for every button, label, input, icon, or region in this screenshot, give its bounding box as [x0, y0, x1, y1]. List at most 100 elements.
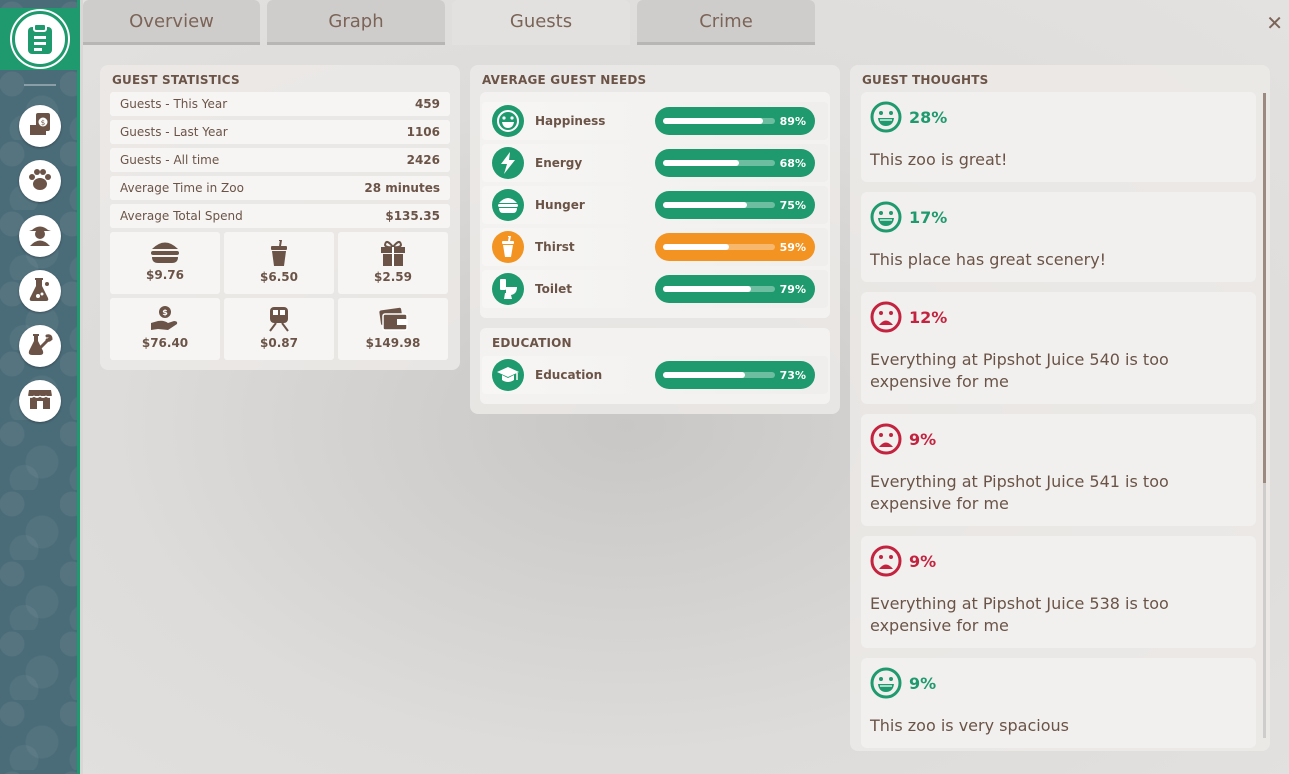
stat-value: 2426	[406, 153, 440, 167]
thought-card[interactable]: 9% Everything at Pipshot Juice 541 is to…	[861, 414, 1256, 526]
need-bar-fill	[663, 160, 740, 166]
maintenance-button[interactable]	[19, 325, 61, 367]
staff-button[interactable]	[19, 215, 61, 257]
spend-value: $0.87	[260, 336, 298, 350]
need-row-toilet: Toilet 79%	[482, 270, 828, 308]
need-row-education: Education 73%	[482, 356, 828, 394]
spend-value: $149.98	[365, 336, 421, 350]
stat-row: Average Total Spend $135.35	[110, 204, 450, 228]
need-bar-fill	[663, 372, 745, 378]
education-box: EDUCATION Education 73%	[480, 328, 830, 404]
spend-value: $9.76	[146, 268, 184, 282]
svg-text:$: $	[162, 308, 168, 317]
stat-label: Guests - Last Year	[120, 125, 228, 139]
stat-row: Average Time in Zoo 28 minutes	[110, 176, 450, 200]
needs-list: Happiness 89% Energy 68% Hunger 75% Thir…	[480, 92, 830, 318]
animals-button[interactable]	[19, 160, 61, 202]
stat-row: Guests - This Year 459	[110, 92, 450, 116]
spend-value: $2.59	[374, 270, 412, 284]
need-bar: 68%	[655, 149, 815, 177]
research-button[interactable]	[19, 270, 61, 312]
thought-percent: 9%	[909, 430, 937, 449]
paw-icon	[27, 166, 53, 196]
tab-crime[interactable]: Crime	[637, 0, 815, 45]
need-label: Toilet	[535, 282, 572, 296]
thought-card[interactable]: 9% Everything at Pipshot Juice 538 is to…	[861, 536, 1256, 648]
panel-title: EDUCATION	[492, 336, 572, 350]
guest-thoughts-panel: GUEST THOUGHTS 28% This zoo is great! 17…	[850, 65, 1270, 751]
happy-face-icon	[870, 101, 902, 137]
thought-text: This zoo is very spacious	[870, 716, 1069, 735]
thought-percent: 12%	[909, 308, 948, 327]
need-bar-fill	[663, 202, 747, 208]
spend-gift: $2.59	[338, 232, 448, 294]
zoo-overview-button[interactable]	[0, 8, 80, 70]
thought-card[interactable]: 28% This zoo is great!	[861, 92, 1256, 182]
lightning-icon	[492, 147, 524, 179]
need-bar-fill	[663, 286, 752, 292]
tab-graph[interactable]: Graph	[267, 0, 445, 45]
stat-label: Guests - This Year	[120, 97, 228, 111]
spend-value: $6.50	[260, 270, 298, 284]
thought-text: This place has great scenery!	[870, 250, 1107, 269]
thought-text: Everything at Pipshot Juice 541 is too e…	[870, 472, 1169, 513]
tab-overview[interactable]: Overview	[83, 0, 260, 45]
stat-value: 1106	[406, 125, 440, 139]
stat-value: $135.35	[385, 209, 440, 223]
need-bar: 73%	[655, 361, 815, 389]
thought-card[interactable]: 12% Everything at Pipshot Juice 540 is t…	[861, 292, 1256, 404]
need-percent: 68%	[779, 157, 806, 170]
thought-percent: 28%	[909, 108, 948, 127]
sad-face-icon	[870, 423, 902, 459]
need-label: Hunger	[535, 198, 585, 212]
close-icon: ✕	[1266, 11, 1283, 35]
tab-guests[interactable]: Guests	[452, 0, 630, 45]
wallet-icon	[379, 307, 408, 331]
finance-icon: $	[27, 111, 53, 141]
panel-title: GUEST STATISTICS	[112, 73, 240, 87]
toilet-icon	[492, 273, 524, 305]
need-percent: 89%	[779, 115, 806, 128]
thought-card[interactable]: 9% This zoo is very spacious	[861, 658, 1256, 748]
finance-button[interactable]: $	[19, 105, 61, 147]
maintenance-icon	[27, 331, 53, 361]
stat-label: Average Total Spend	[120, 209, 243, 223]
thoughts-scrollbar[interactable]	[1263, 93, 1266, 738]
close-button[interactable]: ✕	[1266, 11, 1283, 35]
thought-text: Everything at Pipshot Juice 538 is too e…	[870, 594, 1169, 635]
need-percent: 79%	[779, 283, 806, 296]
stat-label: Guests - All time	[120, 153, 220, 167]
happy-face-icon	[492, 105, 524, 137]
need-row-thirst: Thirst 59%	[482, 228, 828, 266]
shops-button[interactable]	[19, 380, 61, 422]
sidebar-divider	[24, 84, 56, 86]
guest-statistics-panel: GUEST STATISTICS Guests - This Year 459 G…	[100, 65, 460, 370]
need-percent: 73%	[779, 369, 806, 382]
graduation-cap-icon	[492, 359, 524, 391]
sad-face-icon	[870, 545, 902, 581]
need-label: Energy	[535, 156, 583, 170]
drink-cup-icon	[271, 240, 287, 266]
need-row-hunger: Hunger 75%	[482, 186, 828, 224]
gift-icon	[381, 241, 405, 266]
tab-label: Crime	[699, 10, 753, 32]
scrollbar-thumb[interactable]	[1263, 93, 1266, 483]
spend-value: $76.40	[141, 336, 189, 350]
stat-value: 28 minutes	[364, 181, 440, 195]
thought-card[interactable]: 17% This place has great scenery!	[861, 192, 1256, 282]
panel-title: AVERAGE GUEST NEEDS	[482, 73, 647, 87]
stat-label: Average Time in Zoo	[120, 181, 244, 195]
stat-row: Guests - Last Year 1106	[110, 120, 450, 144]
happy-face-icon	[870, 201, 902, 237]
need-label: Happiness	[535, 114, 606, 128]
need-label: Thirst	[535, 240, 575, 254]
stat-row: Guests - All time 2426	[110, 148, 450, 172]
need-bar: 89%	[655, 107, 815, 135]
need-bar: 59%	[655, 233, 815, 261]
tab-label: Graph	[328, 10, 384, 32]
need-bar-fill	[663, 244, 730, 250]
panel-title: GUEST THOUGHTS	[862, 73, 989, 87]
need-bar-fill	[663, 118, 763, 124]
need-row-happiness: Happiness 89%	[482, 102, 828, 140]
shop-icon	[27, 386, 53, 416]
